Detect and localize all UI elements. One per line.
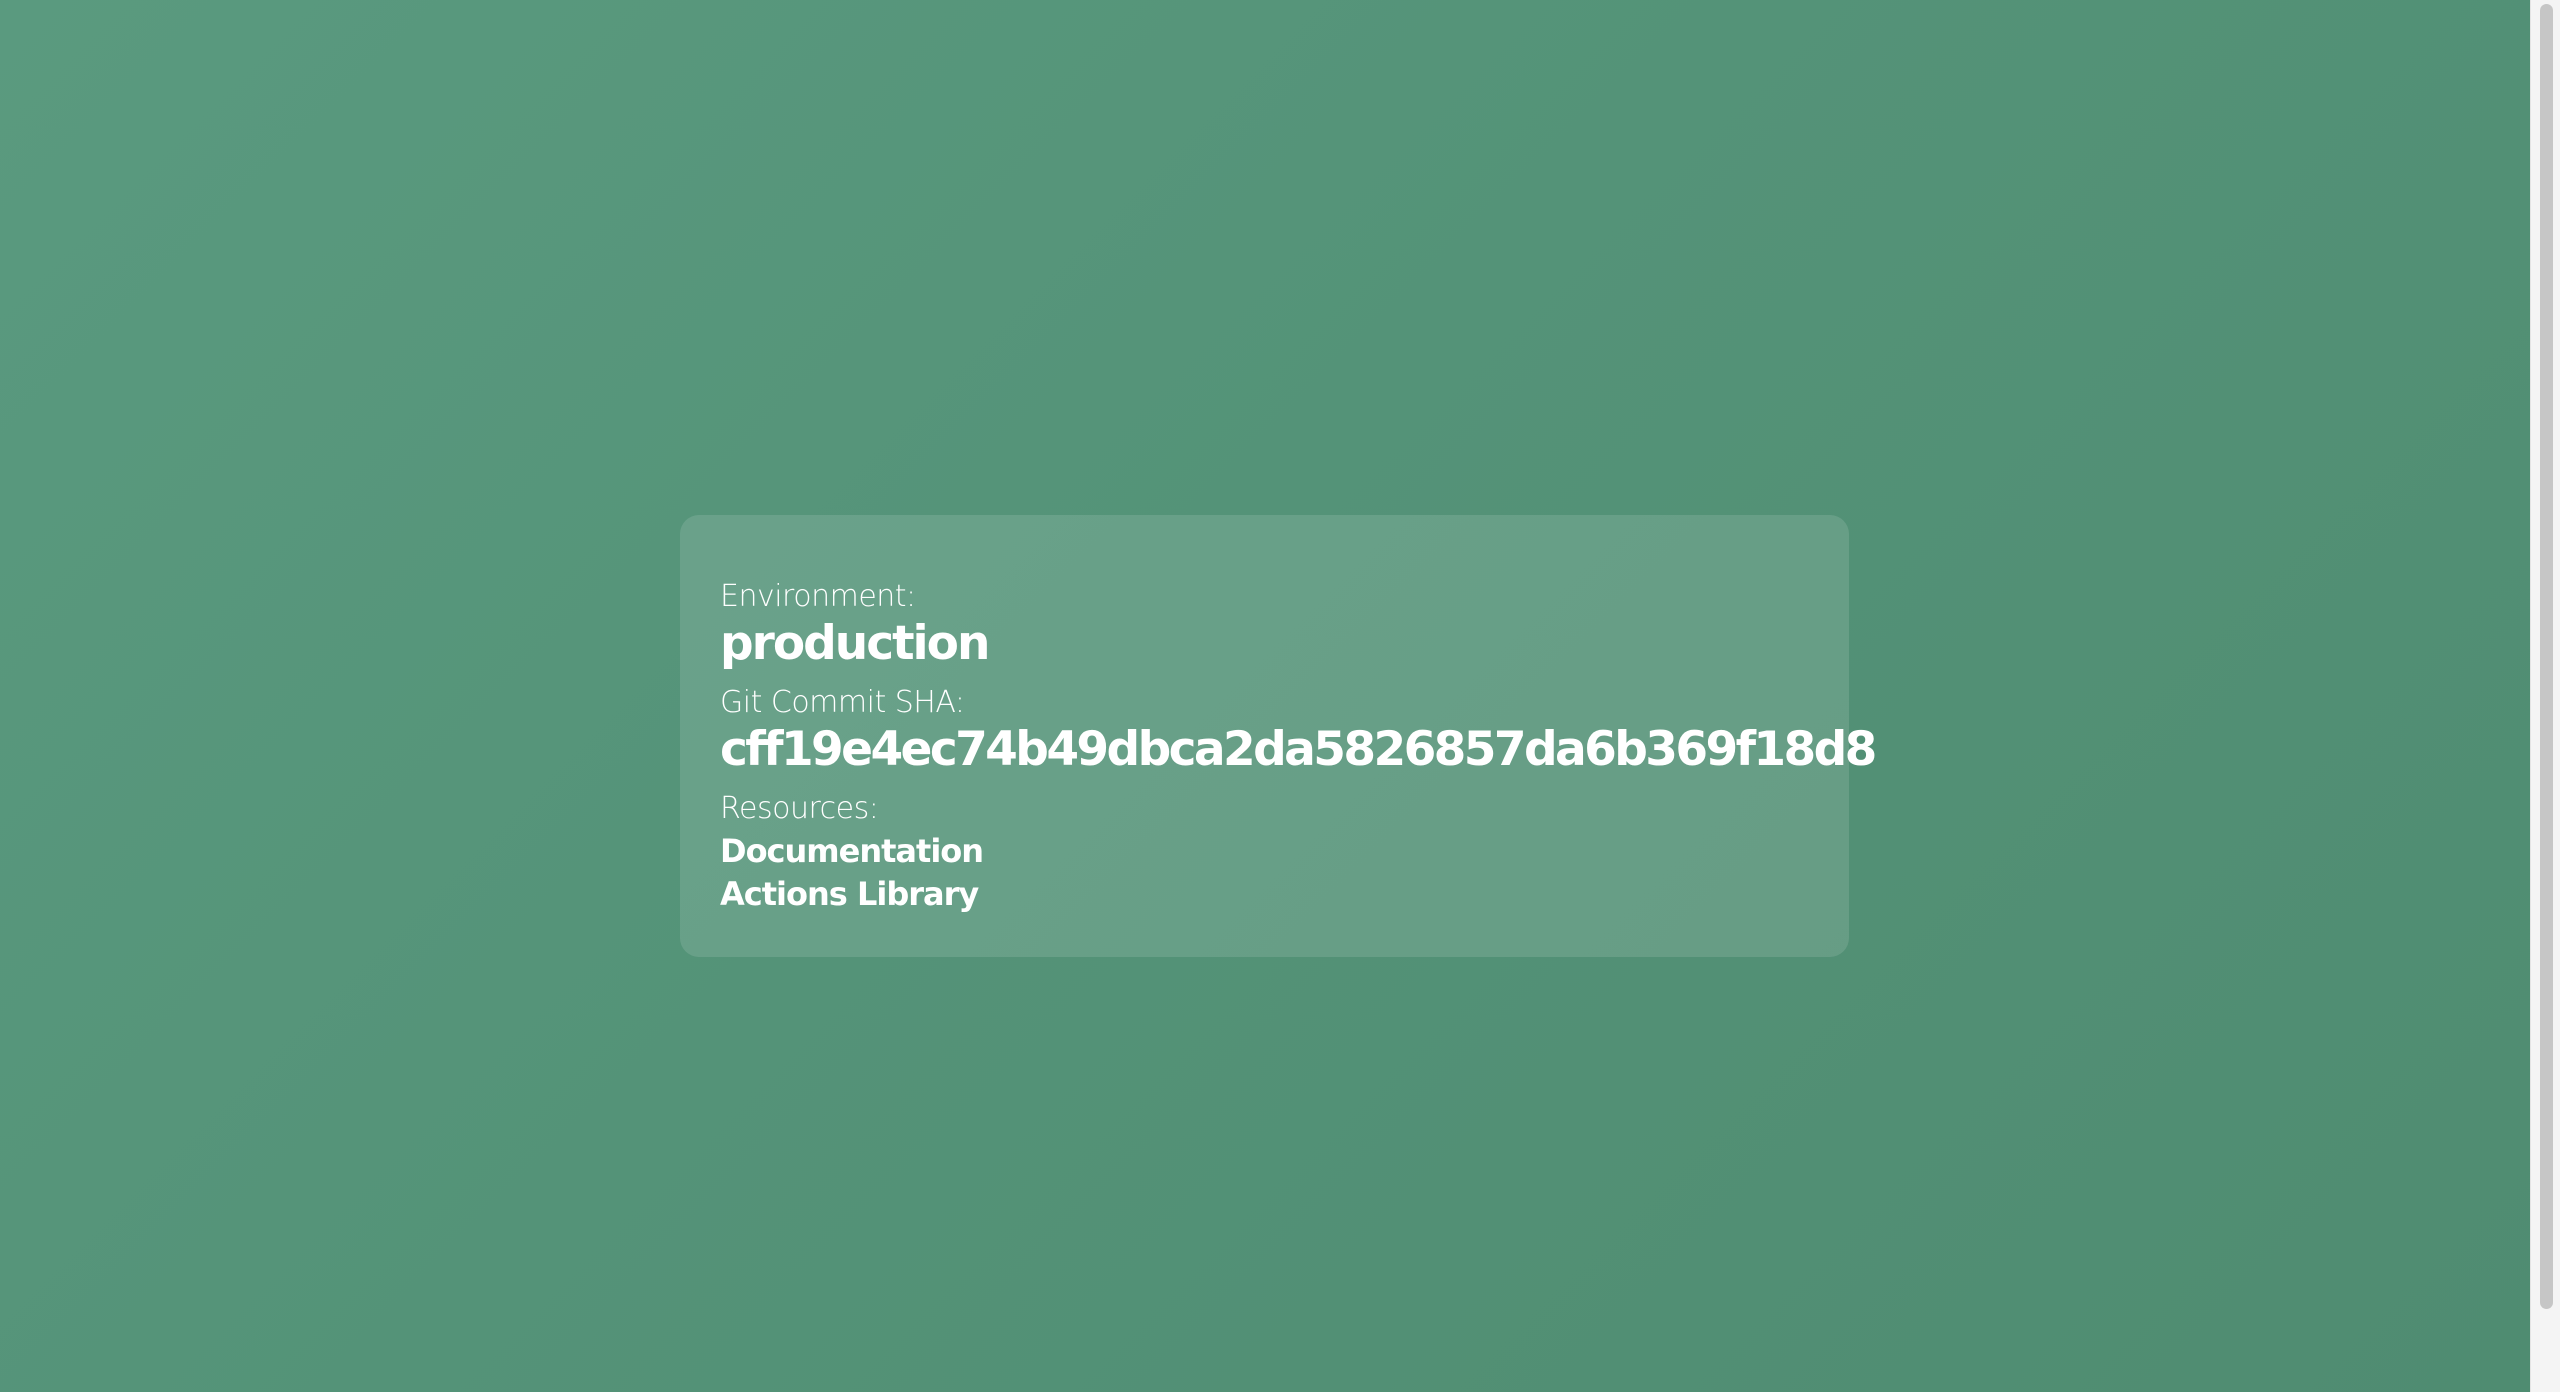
scrollbar-thumb[interactable]	[2540, 4, 2553, 1309]
info-card: Environment: production Git Commit SHA: …	[680, 515, 1877, 957]
environment-label: Environment:	[720, 579, 916, 614]
actions-library-link[interactable]: Actions Library	[720, 873, 1809, 916]
resources-label: Resources:	[720, 791, 879, 826]
page-background: Environment: production Git Commit SHA: …	[0, 0, 2530, 1392]
environment-value: production	[720, 616, 990, 671]
documentation-link[interactable]: Documentation	[720, 830, 1809, 873]
commit-sha-label: Git Commit SHA:	[720, 685, 965, 720]
commit-sha-value: cff19e4ec74b49dbca2da5826857da6b369f18d8	[720, 722, 1877, 777]
resources-links: Documentation Actions Library	[720, 830, 1809, 916]
vertical-scrollbar[interactable]	[2530, 0, 2560, 1392]
